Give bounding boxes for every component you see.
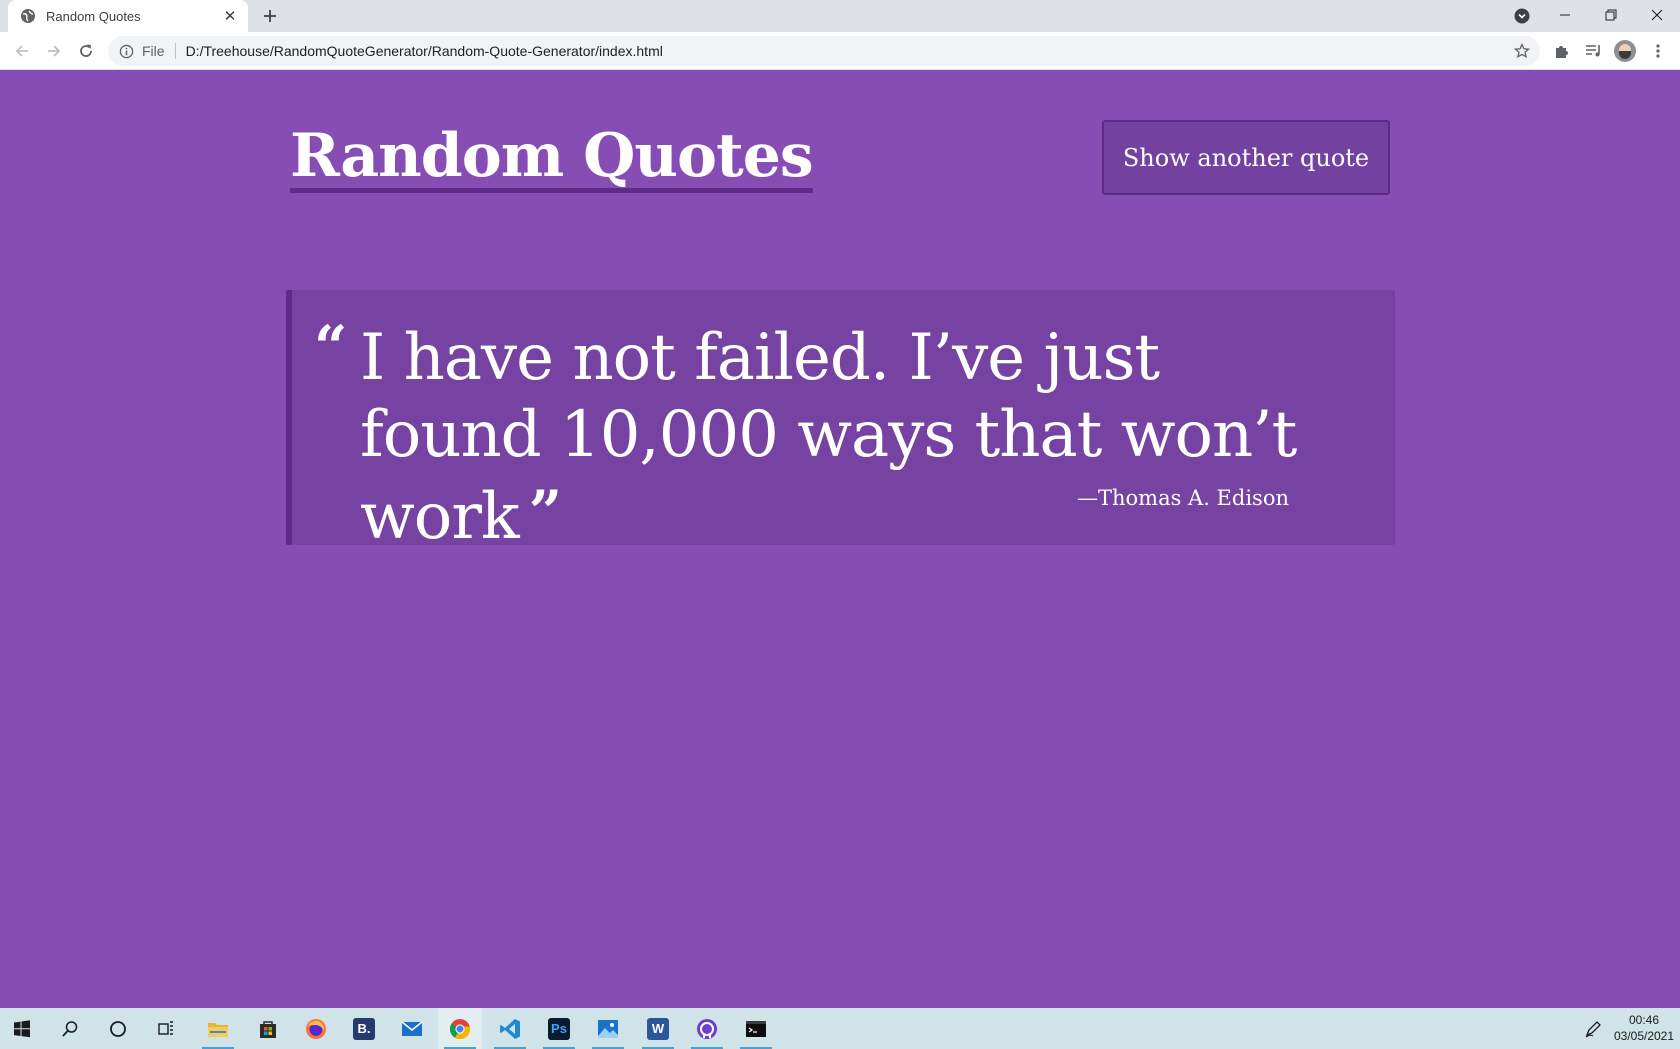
task-view-button[interactable] bbox=[144, 1008, 188, 1049]
omnibox-divider bbox=[174, 43, 176, 59]
shopping-bag-icon bbox=[260, 1020, 276, 1038]
browser-toolbar: File D:/Treehouse/RandomQuoteGenerator/R… bbox=[0, 32, 1680, 70]
bookmark-star-icon[interactable] bbox=[1512, 41, 1532, 61]
url-text[interactable]: D:/Treehouse/RandomQuoteGenerator/Random… bbox=[186, 43, 663, 59]
minimize-icon bbox=[1560, 14, 1570, 16]
firefox-button[interactable] bbox=[294, 1008, 338, 1049]
quote-body: I have not failed. I’ve just found 10,00… bbox=[360, 321, 1297, 554]
tab-search-button[interactable] bbox=[1512, 6, 1532, 26]
browser-menu-button[interactable] bbox=[1646, 39, 1670, 63]
chevron-down-icon bbox=[1514, 8, 1530, 24]
minimize-button[interactable] bbox=[1542, 0, 1588, 30]
pen-icon bbox=[1585, 1021, 1601, 1038]
windows-taskbar: B. Ps W 00:46 03/05/2021 bbox=[0, 1008, 1680, 1049]
reload-button[interactable] bbox=[72, 37, 100, 65]
browser-tab[interactable]: Random Quotes ✕ bbox=[8, 0, 248, 32]
pen-workspace-button[interactable] bbox=[1582, 1018, 1604, 1040]
reload-icon bbox=[80, 44, 92, 57]
address-bar[interactable]: File D:/Treehouse/RandomQuoteGenerator/R… bbox=[108, 36, 1540, 66]
task-view-icon bbox=[158, 1020, 173, 1035]
show-another-quote-button[interactable]: Show another quote bbox=[1102, 120, 1390, 195]
microsoft-store-button[interactable] bbox=[246, 1008, 290, 1049]
new-tab-button[interactable] bbox=[258, 4, 282, 28]
page-title: Random Quotes bbox=[290, 121, 814, 193]
terminal-icon bbox=[746, 1020, 766, 1037]
vscode-button[interactable] bbox=[488, 1008, 532, 1049]
photoshop-icon: Ps bbox=[548, 1017, 570, 1040]
tab-title: Random Quotes bbox=[46, 8, 141, 24]
plus-icon bbox=[264, 10, 276, 22]
arrow-left-icon bbox=[15, 45, 28, 57]
windows-logo-icon bbox=[14, 1019, 30, 1037]
firefox-icon bbox=[306, 1018, 326, 1039]
restore-button[interactable] bbox=[1588, 0, 1634, 30]
playlist-icon bbox=[1586, 45, 1600, 57]
back-button[interactable] bbox=[8, 37, 36, 65]
avatar-beard bbox=[1619, 51, 1631, 59]
search-button[interactable] bbox=[48, 1008, 92, 1049]
cortana-button[interactable] bbox=[96, 1008, 140, 1049]
bootstrap-studio-button[interactable]: B. bbox=[342, 1008, 386, 1049]
photos-button[interactable] bbox=[586, 1008, 630, 1049]
vscode-icon bbox=[500, 1018, 520, 1039]
more-vertical-icon bbox=[1656, 44, 1660, 58]
forward-button[interactable] bbox=[40, 37, 68, 65]
extensions-button[interactable] bbox=[1550, 39, 1574, 63]
close-quote-mark: ” bbox=[528, 478, 562, 546]
word-icon: W bbox=[647, 1017, 669, 1040]
open-quote-mark: “ bbox=[314, 313, 348, 381]
arrow-right-icon bbox=[48, 45, 61, 57]
globe-icon bbox=[20, 8, 36, 24]
restore-icon bbox=[1605, 9, 1617, 21]
close-tab-icon[interactable]: ✕ bbox=[220, 6, 240, 26]
github-desktop-button[interactable] bbox=[685, 1008, 729, 1049]
file-explorer-button[interactable] bbox=[196, 1008, 240, 1049]
close-icon bbox=[1651, 9, 1663, 21]
clock-date: 03/05/2021 bbox=[1613, 1029, 1675, 1043]
media-controls-button[interactable] bbox=[1582, 39, 1606, 63]
chrome-icon bbox=[449, 1018, 471, 1039]
quote-text: I have not failed. I’ve just found 10,00… bbox=[360, 320, 1320, 556]
profile-avatar[interactable] bbox=[1614, 40, 1636, 62]
clock-time: 00:46 bbox=[1628, 1013, 1660, 1027]
quote-box: “ I have not failed. I’ve just found 10,… bbox=[286, 290, 1395, 554]
info-icon[interactable] bbox=[118, 43, 134, 59]
url-scheme-label: File bbox=[142, 43, 165, 59]
chrome-button[interactable] bbox=[438, 1008, 482, 1049]
terminal-button[interactable] bbox=[734, 1008, 778, 1049]
quote-source: —Thomas A. Edison bbox=[1076, 486, 1289, 510]
folder-icon bbox=[208, 1022, 228, 1037]
window-close-button[interactable] bbox=[1634, 0, 1680, 30]
word-button[interactable]: W bbox=[636, 1008, 680, 1049]
mail-icon bbox=[401, 1020, 423, 1036]
cortana-circle-icon bbox=[110, 1020, 126, 1037]
photoshop-button[interactable]: Ps bbox=[537, 1008, 581, 1049]
photos-icon bbox=[598, 1019, 618, 1038]
browser-tab-strip: Random Quotes ✕ bbox=[0, 0, 1680, 32]
taskbar-clock[interactable]: 00:46 03/05/2021 bbox=[1612, 1012, 1676, 1044]
start-button[interactable] bbox=[0, 1008, 44, 1049]
puzzle-icon bbox=[1556, 46, 1568, 58]
mail-button[interactable] bbox=[390, 1008, 434, 1049]
page-viewport: Random Quotes Show another quote “ I hav… bbox=[0, 71, 1680, 1008]
search-icon bbox=[62, 1020, 78, 1037]
github-icon bbox=[697, 1018, 717, 1039]
bootstrap-studio-icon: B. bbox=[353, 1017, 375, 1040]
